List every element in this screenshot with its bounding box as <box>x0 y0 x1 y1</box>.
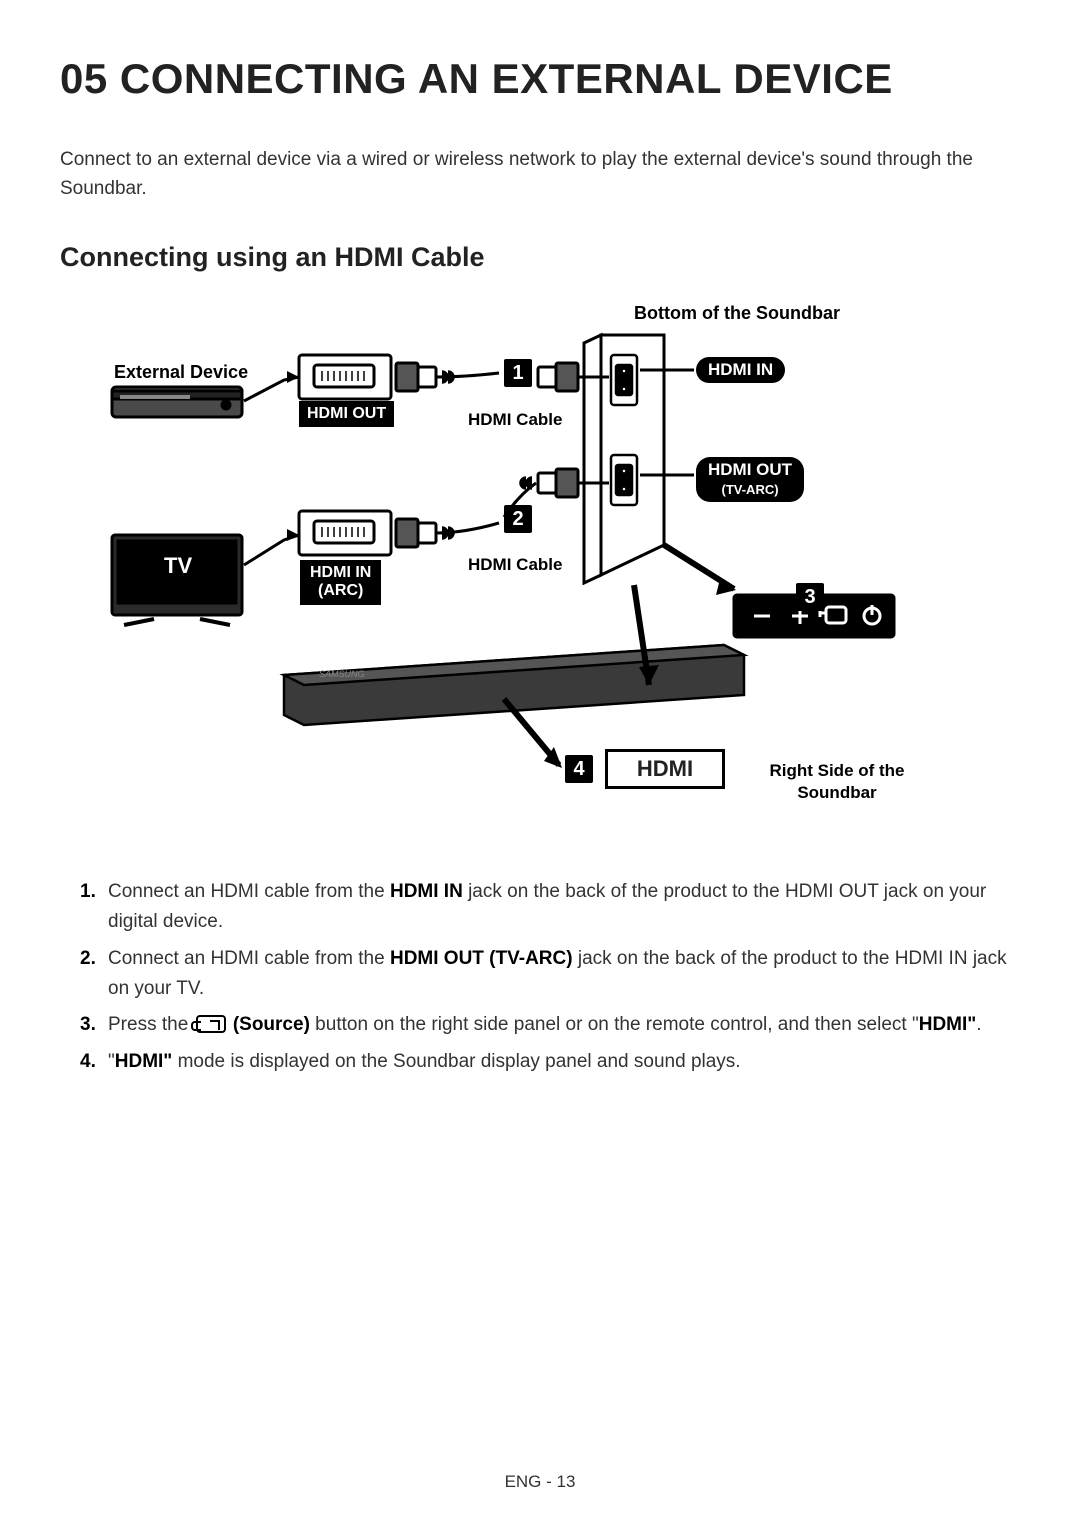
label-right-side-l2: Soundbar <box>797 783 876 802</box>
step-1-bold: HDMI IN <box>390 881 463 902</box>
port-hdmi-out-external: HDMI OUT <box>299 401 394 427</box>
callout-badge-4: 4 <box>565 755 593 783</box>
step-4-text-a: " <box>108 1051 115 1072</box>
callout-badge-3: 3 <box>796 583 824 611</box>
step-2-text-a: Connect an HDMI cable from the <box>108 948 390 969</box>
port-hdmi-out-soundbar-l1: HDMI OUT <box>708 460 792 479</box>
port-hdmi-in-tv: HDMI IN (ARC) <box>300 560 381 605</box>
step-4: "HDMI" mode is displayed on the Soundbar… <box>88 1047 1020 1077</box>
step-3-text-a: Press the <box>108 1014 194 1035</box>
step-3-bold-source: (Source) <box>233 1014 310 1035</box>
label-hdmi-cable-2: HDMI Cable <box>468 555 562 575</box>
callout-badge-2: 2 <box>504 505 532 533</box>
step-4-bold: HDMI" <box>115 1051 173 1072</box>
label-right-side-l1: Right Side of the <box>769 761 904 780</box>
source-icon <box>196 1015 226 1033</box>
step-1: Connect an HDMI cable from the HDMI IN j… <box>88 877 1020 938</box>
step-2-bold: HDMI OUT (TV-ARC) <box>390 948 573 969</box>
chapter-heading: 05 CONNECTING AN EXTERNAL DEVICE <box>60 55 1020 103</box>
step-3-text-e: . <box>976 1014 981 1035</box>
soundbar-display-hdmi: HDMI <box>605 749 725 789</box>
label-tv: TV <box>164 553 192 579</box>
port-hdmi-in-tv-l2: (ARC) <box>318 582 363 599</box>
step-3: Press the (Source) button on the right s… <box>88 1010 1020 1040</box>
step-4-text-c: mode is displayed on the Soundbar displa… <box>172 1051 740 1072</box>
section-subheading: Connecting using an HDMI Cable <box>60 242 1020 273</box>
step-1-text-a: Connect an HDMI cable from the <box>108 881 390 902</box>
label-right-side-soundbar: Right Side of the Soundbar <box>752 760 922 804</box>
port-hdmi-out-soundbar-l2: (TV-ARC) <box>722 482 779 497</box>
instruction-steps: Connect an HDMI cable from the HDMI IN j… <box>60 877 1020 1077</box>
connection-diagram: SAMSUNG Bottom of th <box>104 295 976 855</box>
callout-badge-1: 1 <box>504 359 532 387</box>
intro-paragraph: Connect to an external device via a wire… <box>60 145 1020 204</box>
step-3-text-c: button on the right side panel or on the… <box>310 1014 919 1035</box>
port-hdmi-in-tv-l1: HDMI IN <box>310 564 371 581</box>
step-3-bold-hdmi: HDMI" <box>919 1014 977 1035</box>
port-hdmi-out-soundbar: HDMI OUT (TV-ARC) <box>696 457 804 502</box>
label-bottom-soundbar: Bottom of the Soundbar <box>634 303 840 324</box>
label-hdmi-cable-1: HDMI Cable <box>468 410 562 430</box>
label-external-device: External Device <box>114 362 248 383</box>
svg-text:SAMSUNG: SAMSUNG <box>319 669 365 679</box>
page-footer: ENG - 13 <box>0 1472 1080 1492</box>
port-hdmi-in-soundbar: HDMI IN <box>696 357 785 383</box>
step-2: Connect an HDMI cable from the HDMI OUT … <box>88 944 1020 1005</box>
